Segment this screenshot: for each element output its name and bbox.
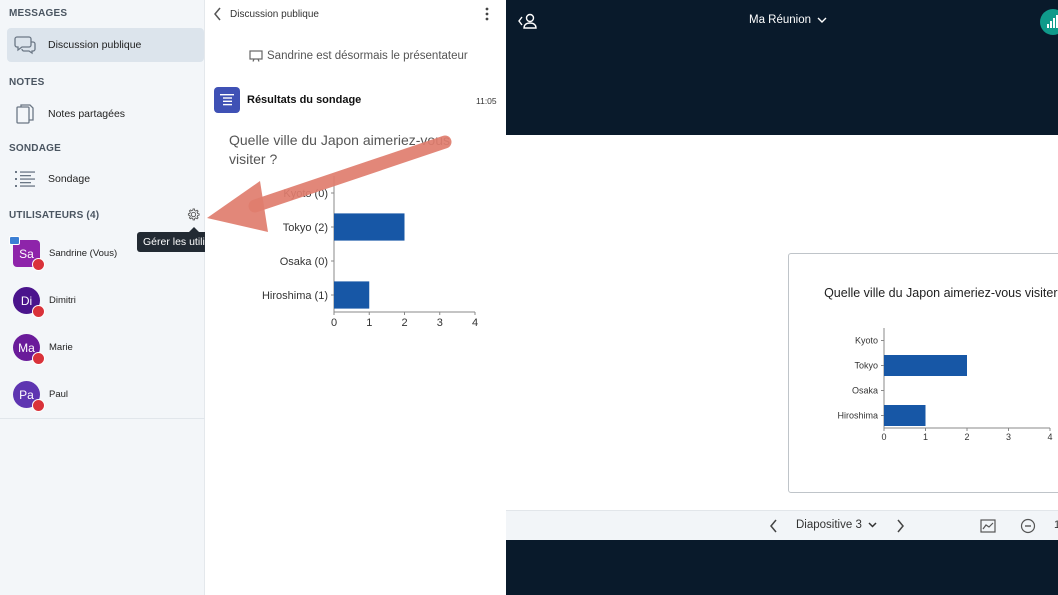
category-label: Hiroshima (1) xyxy=(262,290,328,302)
category-label: Tokyo xyxy=(854,361,878,371)
system-message: Sandrine est désormais le présentateur xyxy=(249,50,468,62)
chat-bubbles-icon xyxy=(13,33,37,57)
meeting-title-text: Ma Réunion xyxy=(749,14,812,26)
presentation-area: Ma Réunion Quelle ville du Japon aimerie… xyxy=(506,0,1058,595)
toggle-user-list-icon[interactable] xyxy=(518,12,538,30)
avatar-initials: Sa xyxy=(19,246,34,261)
sidebar-item-label: Sondage xyxy=(48,173,91,185)
user-list-item[interactable]: Di Dimitri xyxy=(0,277,205,324)
x-tick-label: 0 xyxy=(881,432,886,442)
avatar: Sa xyxy=(9,236,45,271)
user-name: Paul xyxy=(49,389,69,400)
poll-result-icon xyxy=(214,87,240,113)
notes-section-title: NOTES xyxy=(9,77,45,88)
sidebar: MESSAGES Discussion publique NOTES Notes… xyxy=(0,0,246,595)
slide-poll-chart: Kyoto Tokyo Osaka Hiroshima 0 1 2 3 4 xyxy=(837,328,1053,442)
chat-panel: Discussion publique Sandrine est désorma… xyxy=(205,0,506,595)
user-list-item[interactable]: Pa Paul xyxy=(0,371,205,418)
x-tick-label: 2 xyxy=(964,432,969,442)
system-message-text: Sandrine est désormais le présentateur xyxy=(267,50,468,62)
chat-title[interactable]: Discussion publique xyxy=(230,9,319,20)
x-tick-label: 4 xyxy=(472,317,478,329)
more-options-icon[interactable] xyxy=(484,7,490,21)
bar xyxy=(334,281,370,309)
user-name: Sandrine (Vous) xyxy=(49,248,118,259)
x-tick-label: 1 xyxy=(366,317,372,329)
slide-poll-question: Quelle ville du Japon aimeriez-vous visi… xyxy=(824,286,1058,300)
stage-footer xyxy=(506,540,1058,595)
presenter-icon xyxy=(9,236,20,245)
users-section-title: UTILISATEURS (4) xyxy=(9,210,100,221)
user-name: Dimitri xyxy=(49,295,76,306)
avatar-initials: Ma xyxy=(18,340,35,355)
slide-selector-label: Diapositive 3 xyxy=(796,519,862,531)
avatar: Di xyxy=(13,287,45,318)
category-label: Kyoto xyxy=(855,336,878,346)
category-label: Osaka (0) xyxy=(280,256,328,268)
chat-header: Discussion publique xyxy=(205,0,506,30)
sidebar-item-public-chat[interactable]: Discussion publique xyxy=(7,28,204,62)
bar xyxy=(884,405,926,426)
user-name: Marie xyxy=(49,342,73,353)
poll-question: Quelle ville du Japon aimeriez-vous visi… xyxy=(229,132,450,167)
list-icon xyxy=(13,167,37,191)
bar xyxy=(334,213,405,241)
meeting-title[interactable]: Ma Réunion xyxy=(749,14,827,26)
x-tick-label: 2 xyxy=(401,317,407,329)
messages-section-title: MESSAGES xyxy=(9,8,68,19)
avatar-initials: Di xyxy=(20,293,33,308)
message-timestamp: 11:05 xyxy=(476,96,497,106)
sidebar-item-poll[interactable]: Sondage xyxy=(7,162,204,196)
next-slide-icon[interactable] xyxy=(895,519,905,533)
previous-slide-icon[interactable] xyxy=(769,519,779,533)
connection-status-icon[interactable] xyxy=(1040,9,1058,35)
category-label: Tokyo (2) xyxy=(283,222,328,234)
muted-mic-icon xyxy=(32,399,45,412)
presentation-icon xyxy=(249,50,263,62)
muted-mic-icon xyxy=(32,258,45,271)
zoom-value: 1 xyxy=(1054,519,1058,531)
avatar-initials: Pa xyxy=(19,387,34,402)
avatar: Pa xyxy=(13,381,45,412)
x-tick-label: 4 xyxy=(1047,432,1052,442)
chevron-down-icon xyxy=(868,522,877,528)
notes-icon xyxy=(13,102,37,126)
avatar: Ma xyxy=(13,334,45,365)
bar xyxy=(884,355,967,376)
user-list-item[interactable]: Sa Sandrine (Vous) xyxy=(0,230,205,277)
muted-mic-icon xyxy=(32,305,45,318)
slide-selector[interactable]: Diapositive 3 xyxy=(796,519,877,531)
gear-icon[interactable] xyxy=(186,207,201,222)
poll-result-chart: Kyoto (0) Tokyo (2) Osaka (0) Hiroshima (1)… xyxy=(262,176,478,329)
x-tick-label: 1 xyxy=(923,432,928,442)
chevron-down-icon xyxy=(817,17,827,23)
category-label: Hiroshima xyxy=(837,411,878,421)
poll-section-title: SONDAGE xyxy=(9,143,61,154)
x-tick-label: 0 xyxy=(331,317,337,329)
muted-mic-icon xyxy=(32,352,45,365)
app-root: MESSAGES Discussion publique NOTES Notes… xyxy=(0,0,1058,595)
chevron-left-icon[interactable] xyxy=(213,7,223,21)
x-tick-label: 3 xyxy=(437,317,443,329)
sidebar-item-label: Discussion publique xyxy=(48,39,142,51)
slide-poll-card: Quelle ville du Japon aimeriez-vous visi… xyxy=(788,253,1058,493)
slide-area: Quelle ville du Japon aimeriez-vous visi… xyxy=(506,135,1058,510)
category-label: Kyoto (0) xyxy=(283,188,328,200)
sidebar-item-shared-notes[interactable]: Notes partagées xyxy=(7,97,204,131)
zoom-out-icon[interactable] xyxy=(1020,518,1036,534)
user-list-item[interactable]: Ma Marie xyxy=(0,324,205,371)
poll-result-title: Résultats du sondage xyxy=(247,94,362,106)
category-label: Osaka xyxy=(852,386,878,396)
x-tick-label: 3 xyxy=(1006,432,1011,442)
chart-icon[interactable] xyxy=(980,519,996,533)
presentation-toolbar: Diapositive 3 1 xyxy=(506,510,1058,540)
sidebar-item-label: Notes partagées xyxy=(48,108,126,120)
divider xyxy=(0,418,205,419)
top-bar: Ma Réunion xyxy=(506,0,1058,42)
